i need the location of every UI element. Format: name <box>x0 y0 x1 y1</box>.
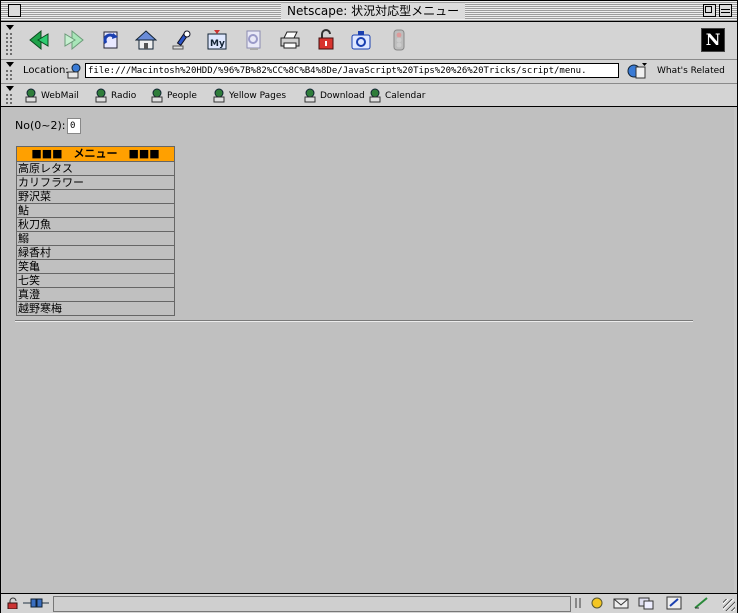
reload-icon <box>103 31 118 49</box>
menu-item[interactable]: 高原レタス <box>16 162 175 176</box>
menu-item[interactable]: 鮎 <box>16 204 175 218</box>
bookmark-icon <box>369 88 381 103</box>
collapse-location-arrow-icon[interactable] <box>6 62 14 67</box>
netscape-logo[interactable]: N <box>701 28 725 52</box>
whats-related-icon[interactable] <box>627 63 647 80</box>
my-netscape-button[interactable]: My <box>206 29 228 51</box>
bookmark-icon <box>25 88 37 103</box>
bookmark-radio[interactable]: Radio <box>93 87 136 103</box>
bookmark-icon <box>304 88 316 103</box>
security-button[interactable] <box>315 29 337 51</box>
browser-window: Netscape: 状況対応型メニュー My N Location: file:… <box>0 0 738 613</box>
zoom-box[interactable] <box>703 4 716 17</box>
toolbar-grip[interactable] <box>5 32 13 56</box>
menu-header: ■■■ メニュー ■■■ <box>16 146 175 162</box>
url-field[interactable]: file:///Macintosh%20HDD/%96%7B%82%CC%8C%… <box>85 63 619 78</box>
my-netscape-icon: My <box>207 30 227 50</box>
bookmark-people[interactable]: People <box>149 87 197 103</box>
collapse-toolbar-arrow-icon[interactable] <box>6 25 14 30</box>
bookmark-icon <box>213 88 225 103</box>
whats-related-label[interactable]: What's Related <box>657 66 725 76</box>
forward-icon <box>64 29 84 51</box>
status-text <box>53 596 571 612</box>
menu-table: ■■■ メニュー ■■■ 高原レタス カリフラワー 野沢菜鮎秋刀魚鰯緑香村 笑亀 七笑真… <box>16 146 175 316</box>
address-book-icon[interactable] <box>693 596 709 610</box>
print-icon <box>280 31 300 49</box>
bookmark-download[interactable]: Download <box>302 87 365 103</box>
home-icon <box>135 30 157 50</box>
window-title: Netscape: 状況対応型メニュー <box>281 3 466 19</box>
composer-icon[interactable] <box>666 596 682 610</box>
location-label: Location: <box>23 65 69 76</box>
home-button[interactable] <box>135 29 157 51</box>
back-icon <box>29 29 49 51</box>
menu-item[interactable]: 笑亀 <box>16 260 175 274</box>
search-icon <box>172 30 191 50</box>
horizontal-rule <box>15 320 693 322</box>
connection-icon <box>23 598 49 608</box>
svg-text:My: My <box>210 39 225 49</box>
page-content: No(0~2): 0 ■■■ メニュー ■■■ 高原レタス カリフラワー 野沢菜鮎秋… <box>2 107 734 593</box>
menu-item[interactable]: 七笑 <box>16 274 175 288</box>
close-box[interactable] <box>8 4 21 17</box>
page-proxy-icon[interactable] <box>67 63 83 79</box>
images-button[interactable] <box>243 29 265 51</box>
stop-icon <box>393 29 405 51</box>
security-lock-icon[interactable] <box>7 597 21 609</box>
shop-button[interactable] <box>350 29 372 51</box>
personal-grip[interactable] <box>5 93 13 104</box>
menu-item[interactable]: カリフラワー <box>16 176 175 190</box>
personal-toolbar: WebMail Radio People Yellow Pages Downlo… <box>1 84 737 107</box>
search-button[interactable] <box>171 29 193 51</box>
collapse-personal-arrow-icon[interactable] <box>6 86 14 91</box>
forward-button[interactable] <box>63 29 85 51</box>
menu-item[interactable]: 秋刀魚 <box>16 218 175 232</box>
menu-item[interactable]: 野沢菜 <box>16 190 175 204</box>
navigation-toolbar: My N <box>1 22 737 60</box>
print-button[interactable] <box>279 29 301 51</box>
security-icon <box>318 29 334 50</box>
bookmark-calendar[interactable]: Calendar <box>367 87 425 103</box>
navigator-icon[interactable] <box>589 596 605 610</box>
status-bar <box>1 593 737 613</box>
bookmark-webmail[interactable]: WebMail <box>23 87 79 103</box>
resize-handle[interactable] <box>723 599 735 611</box>
bookmark-icon <box>151 88 163 103</box>
no-input[interactable]: 0 <box>67 118 81 134</box>
images-icon <box>246 30 261 50</box>
menu-item[interactable]: 越野寒梅 <box>16 302 175 316</box>
menu-item[interactable]: 真澄 <box>16 288 175 302</box>
mail-icon[interactable] <box>613 596 629 610</box>
shop-icon <box>351 31 371 50</box>
back-button[interactable] <box>28 29 50 51</box>
location-grip[interactable] <box>5 69 13 81</box>
collapse-box[interactable] <box>719 4 732 17</box>
menu-item[interactable]: 鰯 <box>16 232 175 246</box>
stop-button[interactable] <box>388 29 410 51</box>
bookmark-icon <box>95 88 107 103</box>
title-bar[interactable]: Netscape: 状況対応型メニュー <box>1 1 737 22</box>
location-toolbar: Location: file:///Macintosh%20HDD/%96%7B… <box>1 60 737 84</box>
netscape-n-icon: N <box>705 30 721 49</box>
menu-item[interactable]: 緑香村 <box>16 246 175 260</box>
reload-button[interactable] <box>100 29 122 51</box>
no-label: No(0~2): <box>15 119 66 132</box>
bookmark-yellow-pages[interactable]: Yellow Pages <box>211 87 286 103</box>
grip-icon <box>575 598 581 608</box>
instant-messenger-icon[interactable] <box>638 596 654 610</box>
